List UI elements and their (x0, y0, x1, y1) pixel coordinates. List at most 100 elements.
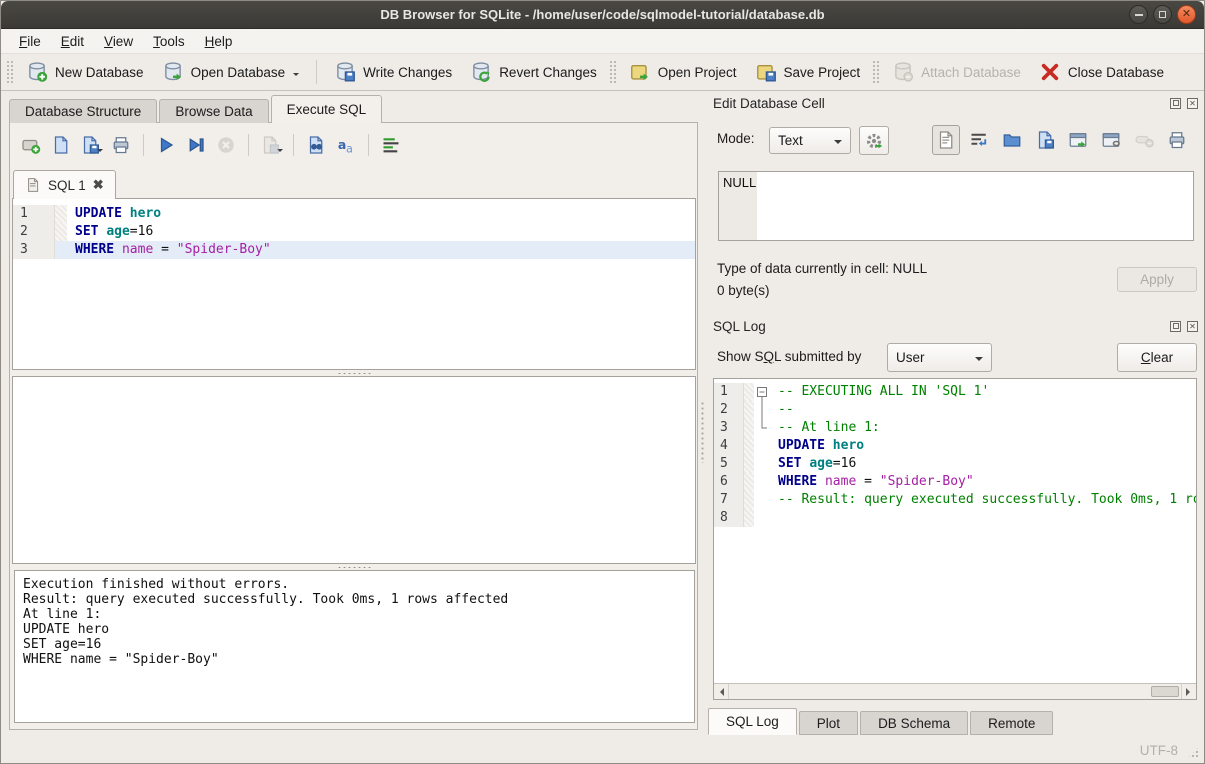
export-data-button[interactable] (1031, 125, 1059, 155)
auto-format-button[interactable] (378, 132, 404, 158)
revert-changes-button[interactable]: Revert Changes (461, 56, 606, 88)
auto-format-icon (381, 135, 401, 155)
cell-null-gutter: NULL (719, 172, 757, 240)
dock-tab-sql-log[interactable]: SQL Log (708, 708, 797, 735)
edit-cell-dock-header: Edit Database Cell ✕ (708, 93, 1202, 113)
sql-log-view[interactable]: 1-- EXECUTING ALL IN 'SQL 1'2--3-- At li… (713, 378, 1197, 700)
write-changes-button[interactable]: Write Changes (325, 56, 461, 88)
attach-database-button[interactable]: Attach Database (883, 56, 1030, 88)
open-external-button[interactable] (1064, 125, 1092, 155)
toolbar-button-label: Open Project (658, 65, 737, 80)
menu-view[interactable]: View (94, 31, 143, 52)
print-cell-button[interactable] (1163, 125, 1191, 155)
open-sql-file-button[interactable] (48, 132, 74, 158)
import-data-button[interactable] (998, 125, 1026, 155)
dock-tab-remote[interactable]: Remote (970, 711, 1053, 735)
log-filter-select[interactable]: User (887, 343, 992, 372)
line-number: 1 (714, 383, 744, 401)
tab-browse-data[interactable]: Browse Data (159, 99, 268, 123)
code-text: SET age=16 (67, 223, 695, 241)
float-dock-icon[interactable] (1170, 321, 1181, 332)
minimize-button[interactable] (1129, 5, 1148, 24)
panel-splitter-handle[interactable] (700, 401, 705, 463)
fold-mid-icon (754, 401, 770, 419)
chevron-down-icon (293, 73, 299, 79)
titlebar[interactable]: DB Browser for SQLite - /home/user/code/… (1, 1, 1204, 29)
execute-current-line-button[interactable] (183, 132, 209, 158)
execution-message-pane[interactable]: Execution finished without errors.Result… (14, 570, 695, 723)
cell-mode-select[interactable]: Text (769, 127, 851, 154)
find-in-sql-icon (306, 135, 326, 155)
save-sql-file-button[interactable] (78, 132, 104, 158)
code-line: 3-- At line 1: (714, 419, 1196, 437)
save-project-button[interactable]: Save Project (746, 56, 870, 88)
font-settings-icon: aa (336, 135, 356, 155)
menu-tools[interactable]: Tools (143, 31, 195, 52)
dock-tabbar: SQL LogPlotDB SchemaRemote (708, 708, 1055, 735)
code-text: SET age=16 (770, 455, 1196, 473)
menu-file[interactable]: File (9, 31, 51, 52)
open-database-icon (162, 61, 184, 83)
line-number: 6 (714, 473, 744, 491)
horizontal-scrollbar[interactable] (714, 683, 1196, 699)
message-line: WHERE name = "Spider-Boy" (23, 652, 686, 667)
close-dock-icon[interactable]: ✕ (1187, 98, 1198, 109)
float-dock-icon[interactable] (1170, 98, 1181, 109)
copy-link-button[interactable] (1097, 125, 1125, 155)
apply-settings-button[interactable] (859, 126, 889, 155)
close-button[interactable]: ✕ (1177, 5, 1196, 24)
stop-execution-icon (216, 135, 236, 155)
open-project-button[interactable]: Open Project (620, 56, 746, 88)
close-tab-icon[interactable]: ✖ (93, 177, 104, 193)
scrollbar-thumb[interactable] (1151, 686, 1179, 697)
tab-execute-sql[interactable]: Execute SQL (271, 95, 383, 123)
code-text (770, 509, 1196, 527)
chevron-down-icon (97, 149, 103, 155)
minimize-icon (1135, 14, 1143, 16)
sql-document-icon (25, 177, 41, 193)
fold-column (754, 437, 770, 455)
menu-help[interactable]: Help (195, 31, 243, 52)
new-database-button[interactable]: New Database (17, 56, 153, 88)
set-null-button[interactable] (1130, 125, 1158, 155)
menubar: FileEditViewToolsHelp (1, 29, 1204, 54)
close-dock-icon[interactable]: ✕ (1187, 321, 1198, 332)
execute-all-button[interactable] (153, 132, 179, 158)
cell-editor-toolbar (932, 125, 1191, 155)
new-sql-tab-button[interactable] (18, 132, 44, 158)
scroll-left-icon[interactable] (714, 684, 729, 699)
resize-grip[interactable] (1187, 746, 1200, 759)
font-settings-button[interactable]: aa (333, 132, 359, 158)
text-mode-button[interactable] (932, 125, 960, 155)
toolbar-button-label: New Database (55, 65, 144, 80)
cell-value-area[interactable] (757, 172, 1193, 240)
line-number: 4 (714, 437, 744, 455)
fold-column (754, 509, 770, 527)
maximize-button[interactable] (1153, 5, 1172, 24)
fold-start-icon[interactable] (754, 383, 770, 401)
sql-editor[interactable]: 1UPDATE hero2SET age=163WHERE name = "Sp… (12, 198, 696, 370)
results-grid[interactable] (12, 376, 696, 564)
find-in-sql-button[interactable] (303, 132, 329, 158)
dock-tab-plot[interactable]: Plot (799, 711, 858, 735)
svg-text:a: a (346, 143, 353, 156)
code-text: -- At line 1: (770, 419, 1196, 437)
close-database-button[interactable]: Close Database (1030, 56, 1173, 88)
word-wrap-button[interactable] (965, 125, 993, 155)
menu-edit[interactable]: Edit (51, 31, 94, 52)
cell-value-editor[interactable]: NULL (718, 171, 1194, 241)
toolbar-button-label: Open Database (191, 65, 286, 80)
chevron-down-icon (834, 140, 842, 148)
scroll-right-icon[interactable] (1181, 684, 1196, 699)
stop-execution-button[interactable] (213, 132, 239, 158)
sql-document-tab[interactable]: SQL 1 ✖ (13, 170, 116, 199)
print-sql-button[interactable] (108, 132, 134, 158)
clear-log-button[interactable]: Clear (1117, 343, 1197, 372)
apply-button[interactable]: Apply (1117, 267, 1197, 292)
open-database-button[interactable]: Open Database (153, 56, 309, 88)
tab-database-structure[interactable]: Database Structure (9, 99, 157, 123)
fold-column (754, 455, 770, 473)
save-results-button[interactable] (258, 132, 284, 158)
dock-tab-db-schema[interactable]: DB Schema (860, 711, 968, 735)
code-line: 2SET age=16 (13, 223, 695, 241)
